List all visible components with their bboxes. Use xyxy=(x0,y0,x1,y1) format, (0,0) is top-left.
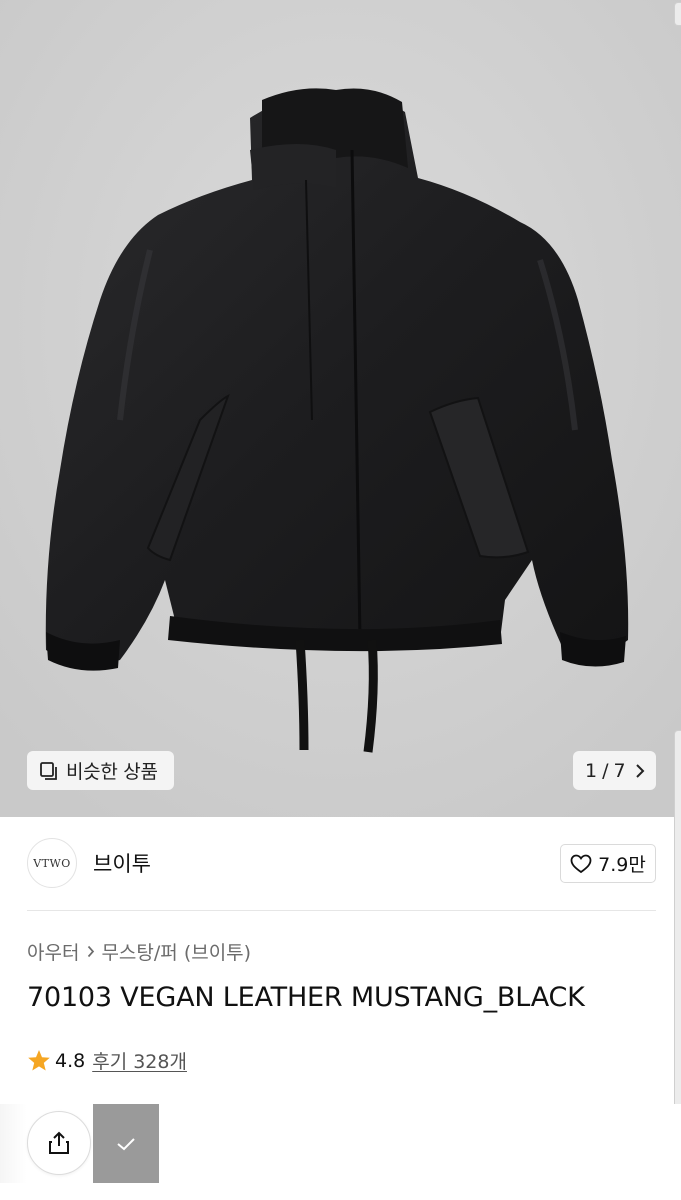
check-icon xyxy=(115,1136,137,1152)
pager-current: 1 xyxy=(585,759,598,782)
heart-icon xyxy=(570,854,592,874)
scroll-edge-handle[interactable] xyxy=(674,730,681,1132)
star-icon xyxy=(27,1049,51,1072)
jacket-photo xyxy=(0,0,681,817)
similar-products-button[interactable]: 비슷한 상품 xyxy=(27,751,174,790)
like-count: 7.9만 xyxy=(598,854,646,876)
share-button[interactable] xyxy=(27,1111,91,1175)
scroll-edge-handle[interactable] xyxy=(674,2,681,26)
copy-icon xyxy=(38,760,60,782)
bottom-bar-shade xyxy=(0,1104,27,1183)
pager-separator: / xyxy=(602,759,609,782)
product-title: 70103 VEGAN LEATHER MUSTANG_BLACK xyxy=(27,982,585,1013)
reviews-link[interactable]: 후기 328개 xyxy=(92,1047,187,1074)
breadcrumb-item-mustang[interactable]: 무스탕/퍼 (브이투) xyxy=(101,938,251,965)
share-icon xyxy=(46,1130,72,1156)
breadcrumb-item-outer[interactable]: 아우터 xyxy=(27,938,79,965)
confirm-button[interactable] xyxy=(93,1104,159,1183)
like-button[interactable]: 7.9만 xyxy=(560,844,656,883)
brand-name[interactable]: 브이투 xyxy=(93,848,151,878)
chevron-right-icon xyxy=(87,945,95,958)
chevron-right-icon xyxy=(635,763,645,779)
image-pager[interactable]: 1 / 7 xyxy=(573,751,656,790)
brand-logo[interactable]: VTWO xyxy=(27,838,77,888)
rating-summary: 4.8 후기 328개 xyxy=(27,1047,187,1074)
similar-products-label: 비슷한 상품 xyxy=(66,761,158,783)
pager-total: 7 xyxy=(613,759,626,782)
product-image[interactable]: 비슷한 상품 1 / 7 xyxy=(0,0,681,817)
section-divider xyxy=(27,910,656,911)
breadcrumb: 아우터 무스탕/퍼 (브이투) xyxy=(27,938,251,965)
rating-score: 4.8 xyxy=(55,1049,86,1072)
